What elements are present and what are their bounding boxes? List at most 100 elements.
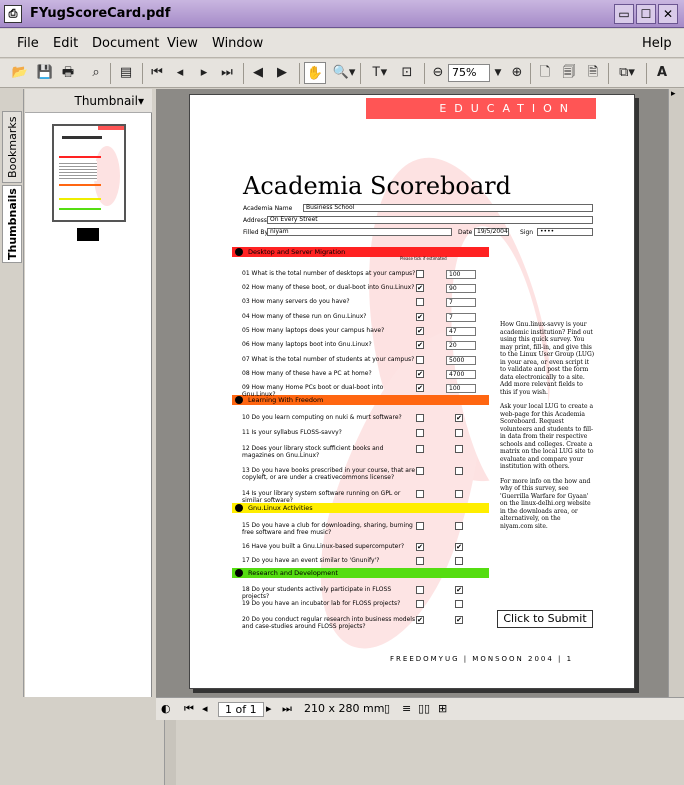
continuous-facing-icon[interactable]: ⊞ (438, 702, 447, 715)
yes-checkbox[interactable] (455, 429, 463, 437)
zoom-dropdown-icon[interactable]: ▼ (492, 62, 504, 84)
menu-window[interactable]: Window (212, 36, 263, 51)
page-indicator[interactable]: 1 of 1 (218, 702, 264, 717)
submit-button[interactable]: Click to Submit (497, 610, 593, 628)
estimate-checkbox[interactable]: ✔ (416, 384, 424, 392)
first-page-small-icon[interactable]: ⏮ (184, 702, 194, 716)
yes-checkbox[interactable]: ✔ (455, 616, 463, 624)
estimate-checkbox[interactable]: ✔ (416, 341, 424, 349)
answer-field[interactable]: 47 (446, 327, 476, 336)
prev-page-icon[interactable]: ◂ (171, 62, 189, 84)
question-text: 01 What is the total number of desktops … (242, 270, 416, 277)
estimate-checkbox[interactable]: ✔ (416, 327, 424, 335)
last-page-icon[interactable]: ⏭ (218, 62, 236, 84)
thumbnail-header[interactable]: Thumbnail▾ (25, 89, 152, 113)
no-checkbox[interactable] (416, 600, 424, 608)
question-text: 20 Do you conduct regular research into … (242, 616, 416, 630)
no-checkbox[interactable] (416, 467, 424, 475)
prev-page-small-icon[interactable]: ◂ (202, 702, 208, 715)
print-icon[interactable]: 🖶 (58, 62, 78, 84)
estimate-checkbox[interactable]: ✔ (416, 284, 424, 292)
zoom-input[interactable]: 75% (448, 64, 490, 82)
continuous-icon[interactable]: ≡ (402, 702, 411, 715)
no-checkbox[interactable] (416, 557, 424, 565)
menu-document[interactable]: Document (92, 36, 159, 51)
answer-field[interactable]: 7 (446, 313, 476, 322)
no-checkbox[interactable]: ✔ (416, 543, 424, 551)
answer-field[interactable]: 90 (446, 284, 476, 293)
sign-field[interactable]: •••• (537, 228, 593, 236)
no-checkbox[interactable] (416, 414, 424, 422)
back-icon[interactable]: ◀ (249, 62, 267, 84)
yes-checkbox[interactable]: ✔ (455, 414, 463, 422)
page-layout-icon[interactable]: ◐ (161, 702, 171, 715)
zoom-tool-icon[interactable]: 🔍▾ (330, 62, 358, 84)
document-scrollbar[interactable]: ▸ (668, 89, 684, 697)
menu-help[interactable]: Help (642, 36, 672, 51)
yes-checkbox[interactable] (455, 600, 463, 608)
snapshot-icon[interactable]: ⊡ (398, 62, 416, 84)
facing-icon[interactable]: ▯▯ (418, 702, 430, 715)
yes-checkbox[interactable] (455, 445, 463, 453)
zoom-out-icon[interactable]: ⊖ (430, 62, 446, 84)
no-checkbox[interactable] (416, 429, 424, 437)
name-field[interactable]: Business School (303, 204, 593, 212)
no-checkbox[interactable] (416, 490, 424, 498)
first-page-icon[interactable]: ⏮ (148, 62, 166, 84)
date-field[interactable]: 19/5/2004 (474, 228, 509, 236)
yes-checkbox[interactable] (455, 522, 463, 530)
hand-tool-icon[interactable]: ✋ (304, 62, 326, 84)
yes-checkbox[interactable]: ✔ (455, 543, 463, 551)
yes-checkbox[interactable]: ✔ (455, 586, 463, 594)
answer-field[interactable]: 5000 (446, 356, 476, 365)
actual-size-icon[interactable]: 🗋 (536, 62, 554, 84)
answer-field[interactable]: 20 (446, 341, 476, 350)
estimate-checkbox[interactable] (416, 298, 424, 306)
fit-page-icon[interactable]: 🗐 (560, 62, 578, 84)
document-area[interactable]: EDUCATION Academia Scoreboard Academia N… (156, 89, 668, 697)
last-page-small-icon[interactable]: ⏭ (282, 702, 292, 716)
thumbnails-tab[interactable]: Thumbnails (2, 185, 22, 263)
question-text: 14 Is your library system software runni… (242, 490, 401, 504)
pages-panel-icon[interactable]: ▤ (116, 62, 136, 84)
forward-icon[interactable]: ▶ (273, 62, 291, 84)
next-page-small-icon[interactable]: ▸ (266, 702, 272, 715)
close-button[interactable]: ✕ (658, 4, 678, 24)
filled-field[interactable]: niyam (267, 228, 452, 236)
bookmarks-tab[interactable]: Bookmarks (2, 111, 22, 183)
no-checkbox[interactable]: ✔ (416, 616, 424, 624)
open-icon[interactable]: 📂 (10, 62, 30, 84)
estimate-checkbox[interactable]: ✔ (416, 313, 424, 321)
estimate-checkbox[interactable] (416, 270, 424, 278)
find-icon[interactable]: ⌕ (86, 62, 106, 84)
zoom-in-icon[interactable]: ⊕ (508, 62, 526, 84)
yes-checkbox[interactable] (455, 557, 463, 565)
single-page-icon[interactable]: ▯ (384, 702, 390, 715)
no-checkbox[interactable] (416, 586, 424, 594)
menu-file[interactable]: File (17, 36, 39, 51)
answer-field[interactable]: 100 (446, 270, 476, 279)
estimate-checkbox[interactable] (416, 356, 424, 364)
fit-width-icon[interactable]: 🗎 (584, 62, 602, 84)
maximize-button[interactable]: ☐ (636, 4, 656, 24)
answer-field[interactable]: 100 (446, 384, 476, 393)
minimize-button[interactable]: ▭ (614, 4, 634, 24)
app-icon[interactable]: ⎙ (4, 5, 22, 23)
page-thumbnail[interactable] (52, 124, 126, 222)
yes-checkbox[interactable] (455, 467, 463, 475)
no-checkbox[interactable] (416, 522, 424, 530)
next-page-icon[interactable]: ▸ (195, 62, 213, 84)
scroll-arrow-icon[interactable]: ▸ (671, 89, 676, 99)
save-icon[interactable]: 💾 (35, 62, 55, 84)
text-select-icon[interactable]: Ꭲ▾ (366, 62, 394, 84)
answer-field[interactable]: 7 (446, 298, 476, 307)
menu-view[interactable]: View (167, 36, 198, 51)
estimate-checkbox[interactable]: ✔ (416, 370, 424, 378)
answer-field[interactable]: 4700 (446, 370, 476, 379)
rotate-icon[interactable]: ⧉▾ (613, 62, 641, 84)
menu-edit[interactable]: Edit (53, 36, 78, 51)
question-text: 19 Do you have an incubator lab for FLOS… (242, 600, 401, 607)
no-checkbox[interactable] (416, 445, 424, 453)
address-field[interactable]: On Every Street (267, 216, 593, 224)
yes-checkbox[interactable] (455, 490, 463, 498)
